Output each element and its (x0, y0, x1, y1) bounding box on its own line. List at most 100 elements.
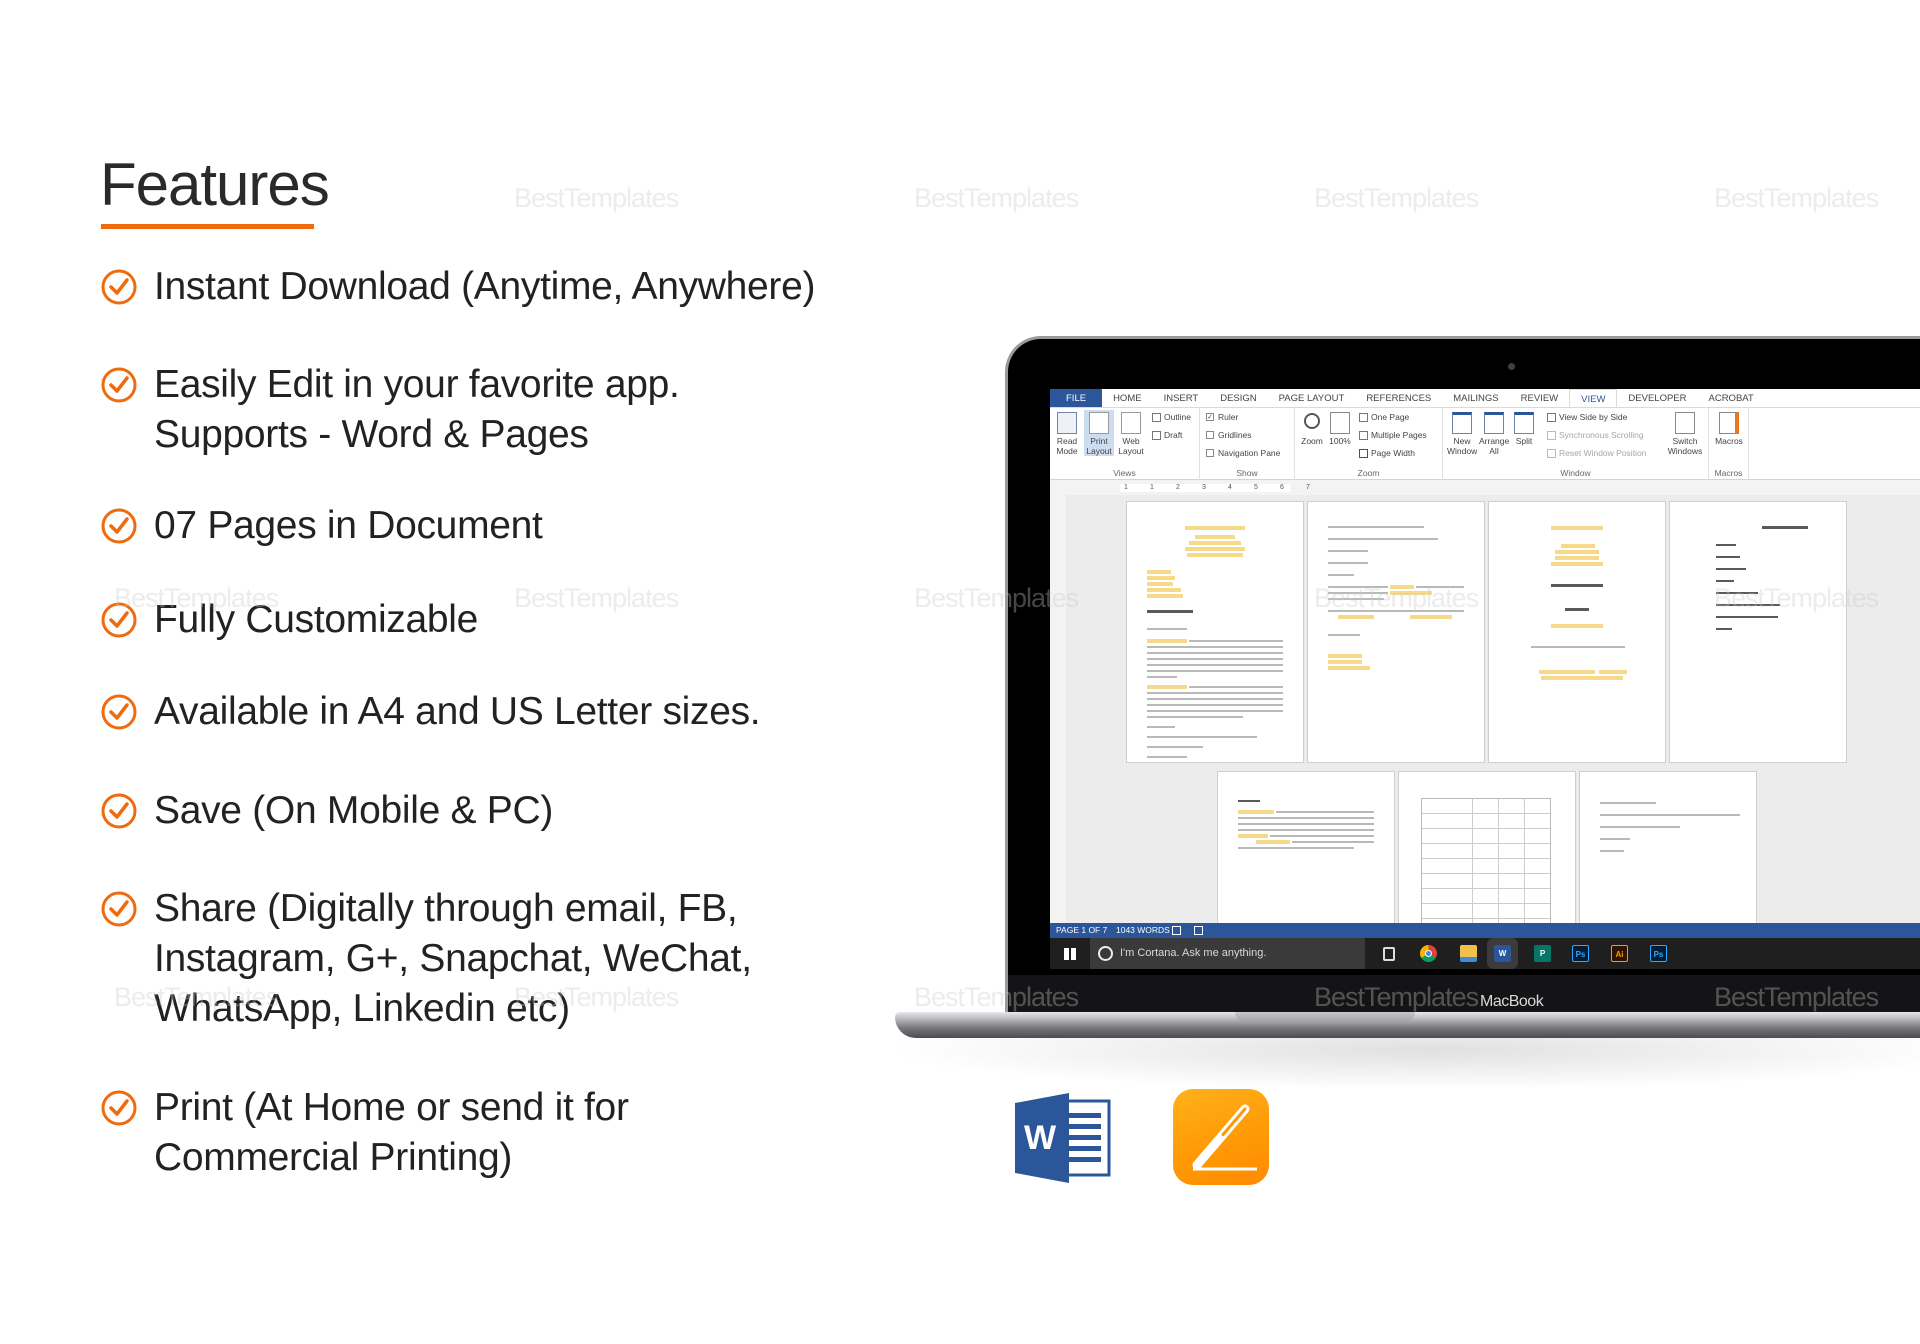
photoshop-icon[interactable]: Ps (1572, 945, 1589, 962)
illustrator-icon[interactable]: Ai (1611, 945, 1628, 962)
title-underline (101, 224, 314, 229)
show-group-label: Show (1236, 468, 1258, 478)
tab-page-layout[interactable]: PAGE LAYOUT (1268, 389, 1356, 407)
zoom-label: Zoom (1301, 436, 1323, 446)
macros-button[interactable]: Macros (1714, 410, 1744, 446)
view-side-by-side-label: View Side by Side (1559, 412, 1628, 422)
print-layout-button[interactable]: Print Layout (1084, 410, 1114, 456)
laptop-screen: FILE HOME INSERT DESIGN PAGE LAYOUT REFERENCE… (1050, 389, 1920, 969)
one-page-button[interactable]: One Page (1359, 412, 1409, 422)
window-group: New Window Arrange All Split View Side b… (1443, 408, 1709, 480)
word-taskbar-icon[interactable]: W (1494, 945, 1511, 962)
page4-title (1762, 526, 1808, 529)
tab-insert[interactable]: INSERT (1153, 389, 1210, 407)
document-page-3[interactable] (1488, 501, 1666, 763)
feature-item: Fully Customizable (100, 595, 478, 645)
feature-line: WhatsApp, Linkedin etc) (154, 987, 570, 1030)
tab-mailings[interactable]: MAILINGS (1442, 389, 1509, 407)
macbook-label: MacBook (1480, 993, 1544, 1010)
windows-start-icon[interactable] (1064, 948, 1076, 960)
zoom-button[interactable]: Zoom (1297, 410, 1327, 446)
macro-record-icon[interactable] (1194, 926, 1203, 935)
tab-view[interactable]: VIEW (1569, 389, 1618, 407)
split-icon (1514, 412, 1534, 434)
page-width-button[interactable]: Page Width (1359, 448, 1415, 458)
switch-windows-button[interactable]: Switch Windows (1665, 410, 1705, 456)
sync-scroll-icon (1547, 430, 1556, 440)
macros-icon (1719, 412, 1739, 434)
horizontal-ruler[interactable]: 1 1 2 3 4 5 6 7 (1050, 481, 1920, 495)
status-bar: PAGE 1 OF 7 1043 WORDS (1050, 923, 1920, 938)
tab-developer[interactable]: DEVELOPER (1617, 389, 1697, 407)
tab-design[interactable]: DESIGN (1209, 389, 1267, 407)
navigation-pane-checkbox-box (1206, 449, 1214, 457)
feature-line: 07 Pages in Document (154, 504, 543, 547)
document-page-1[interactable] (1126, 501, 1304, 763)
one-page-label: One Page (1371, 412, 1410, 422)
document-page-5[interactable] (1217, 771, 1395, 933)
file-explorer-icon[interactable] (1460, 945, 1477, 962)
page-count[interactable]: PAGE 1 OF 7 (1056, 923, 1107, 938)
ruler-mark: 1 (1124, 484, 1128, 491)
gridlines-checkbox-box (1206, 431, 1214, 439)
document-page-7[interactable] (1579, 771, 1757, 933)
budget-table (1421, 798, 1551, 933)
draft-button[interactable]: Draft (1152, 430, 1182, 440)
view-side-by-side-button[interactable]: View Side by Side (1547, 412, 1627, 422)
multiple-pages-button[interactable]: Multiple Pages (1359, 430, 1427, 440)
check-circle-icon (101, 508, 137, 544)
ruler-mark: 3 (1202, 484, 1206, 491)
outline-button[interactable]: Outline (1152, 412, 1191, 422)
ruler-checkbox[interactable]: ✓ Ruler (1206, 412, 1238, 422)
tab-review[interactable]: REVIEW (1510, 389, 1569, 407)
features-title: Features (100, 151, 330, 218)
reset-window-position-button[interactable]: Reset Window Position (1547, 448, 1646, 458)
document-area[interactable] (1066, 495, 1920, 933)
feature-text: Available in A4 and US Letter sizes. (154, 687, 761, 737)
bezel-strip (1008, 975, 1920, 1016)
gridlines-label: Gridlines (1218, 430, 1252, 440)
arrange-all-button[interactable]: Arrange All (1479, 410, 1509, 456)
page-width-icon (1359, 448, 1368, 458)
zoom-100-button[interactable]: 100% (1325, 410, 1355, 446)
split-button[interactable]: Split (1509, 410, 1539, 446)
document-page-2[interactable] (1307, 501, 1485, 763)
synchronous-scrolling-button[interactable]: Synchronous Scrolling (1547, 430, 1644, 440)
tab-home[interactable]: HOME (1102, 389, 1153, 407)
publisher-icon[interactable]: P (1534, 945, 1551, 962)
laptop-lid: MacBook FILE HOME INSERT DESIGN PAGE LAYOUT R… (1005, 336, 1920, 1016)
feature-line: Instagram, G+, Snapchat, WeChat, (154, 937, 752, 980)
ribbon-tabs: FILE HOME INSERT DESIGN PAGE LAYOUT REFERENCE… (1050, 389, 1920, 408)
web-layout-button[interactable]: Web Layout (1116, 410, 1146, 456)
navigation-pane-checkbox[interactable]: Navigation Pane (1206, 448, 1280, 458)
feature-line: Fully Customizable (154, 598, 479, 641)
laptop-notch (1235, 1012, 1415, 1022)
watermark: BestTemplates (1714, 183, 1879, 213)
side-by-side-icon (1547, 412, 1556, 422)
word-count[interactable]: 1043 WORDS (1116, 923, 1170, 938)
feature-item: Save (On Mobile & PC) (100, 786, 553, 836)
check-circle-icon (101, 269, 137, 305)
feature-item: Share (Digitally through email, FB, Insta… (100, 884, 752, 1034)
chrome-icon[interactable] (1420, 945, 1437, 962)
magnifier-icon (1304, 413, 1320, 429)
tab-file[interactable]: FILE (1050, 389, 1103, 407)
tab-acrobat[interactable]: ACROBAT (1698, 389, 1765, 407)
new-window-button[interactable]: New Window (1447, 410, 1477, 456)
cortana-search[interactable]: I'm Cortana. Ask me anything. (1090, 938, 1365, 969)
tab-references[interactable]: REFERENCES (1355, 389, 1442, 407)
feature-item: Instant Download (Anytime, Anywhere) (100, 262, 816, 312)
outline-label: Outline (1164, 412, 1191, 422)
task-view-icon[interactable] (1383, 947, 1395, 961)
document-page-6[interactable] (1398, 771, 1576, 933)
photoshop-icon[interactable]: Ps (1650, 945, 1667, 962)
proofing-icon[interactable] (1172, 926, 1181, 935)
document-page-4[interactable] (1669, 501, 1847, 763)
reset-window-position-label: Reset Window Position (1559, 448, 1647, 458)
multiple-pages-label: Multiple Pages (1371, 430, 1427, 440)
read-mode-button[interactable]: Read Mode (1052, 410, 1082, 456)
gridlines-checkbox[interactable]: Gridlines (1206, 430, 1252, 440)
feature-text: Save (On Mobile & PC) (154, 786, 553, 836)
feature-item: 07 Pages in Document (100, 501, 543, 551)
feature-item: Print (At Home or send it for Commercial … (100, 1083, 629, 1183)
